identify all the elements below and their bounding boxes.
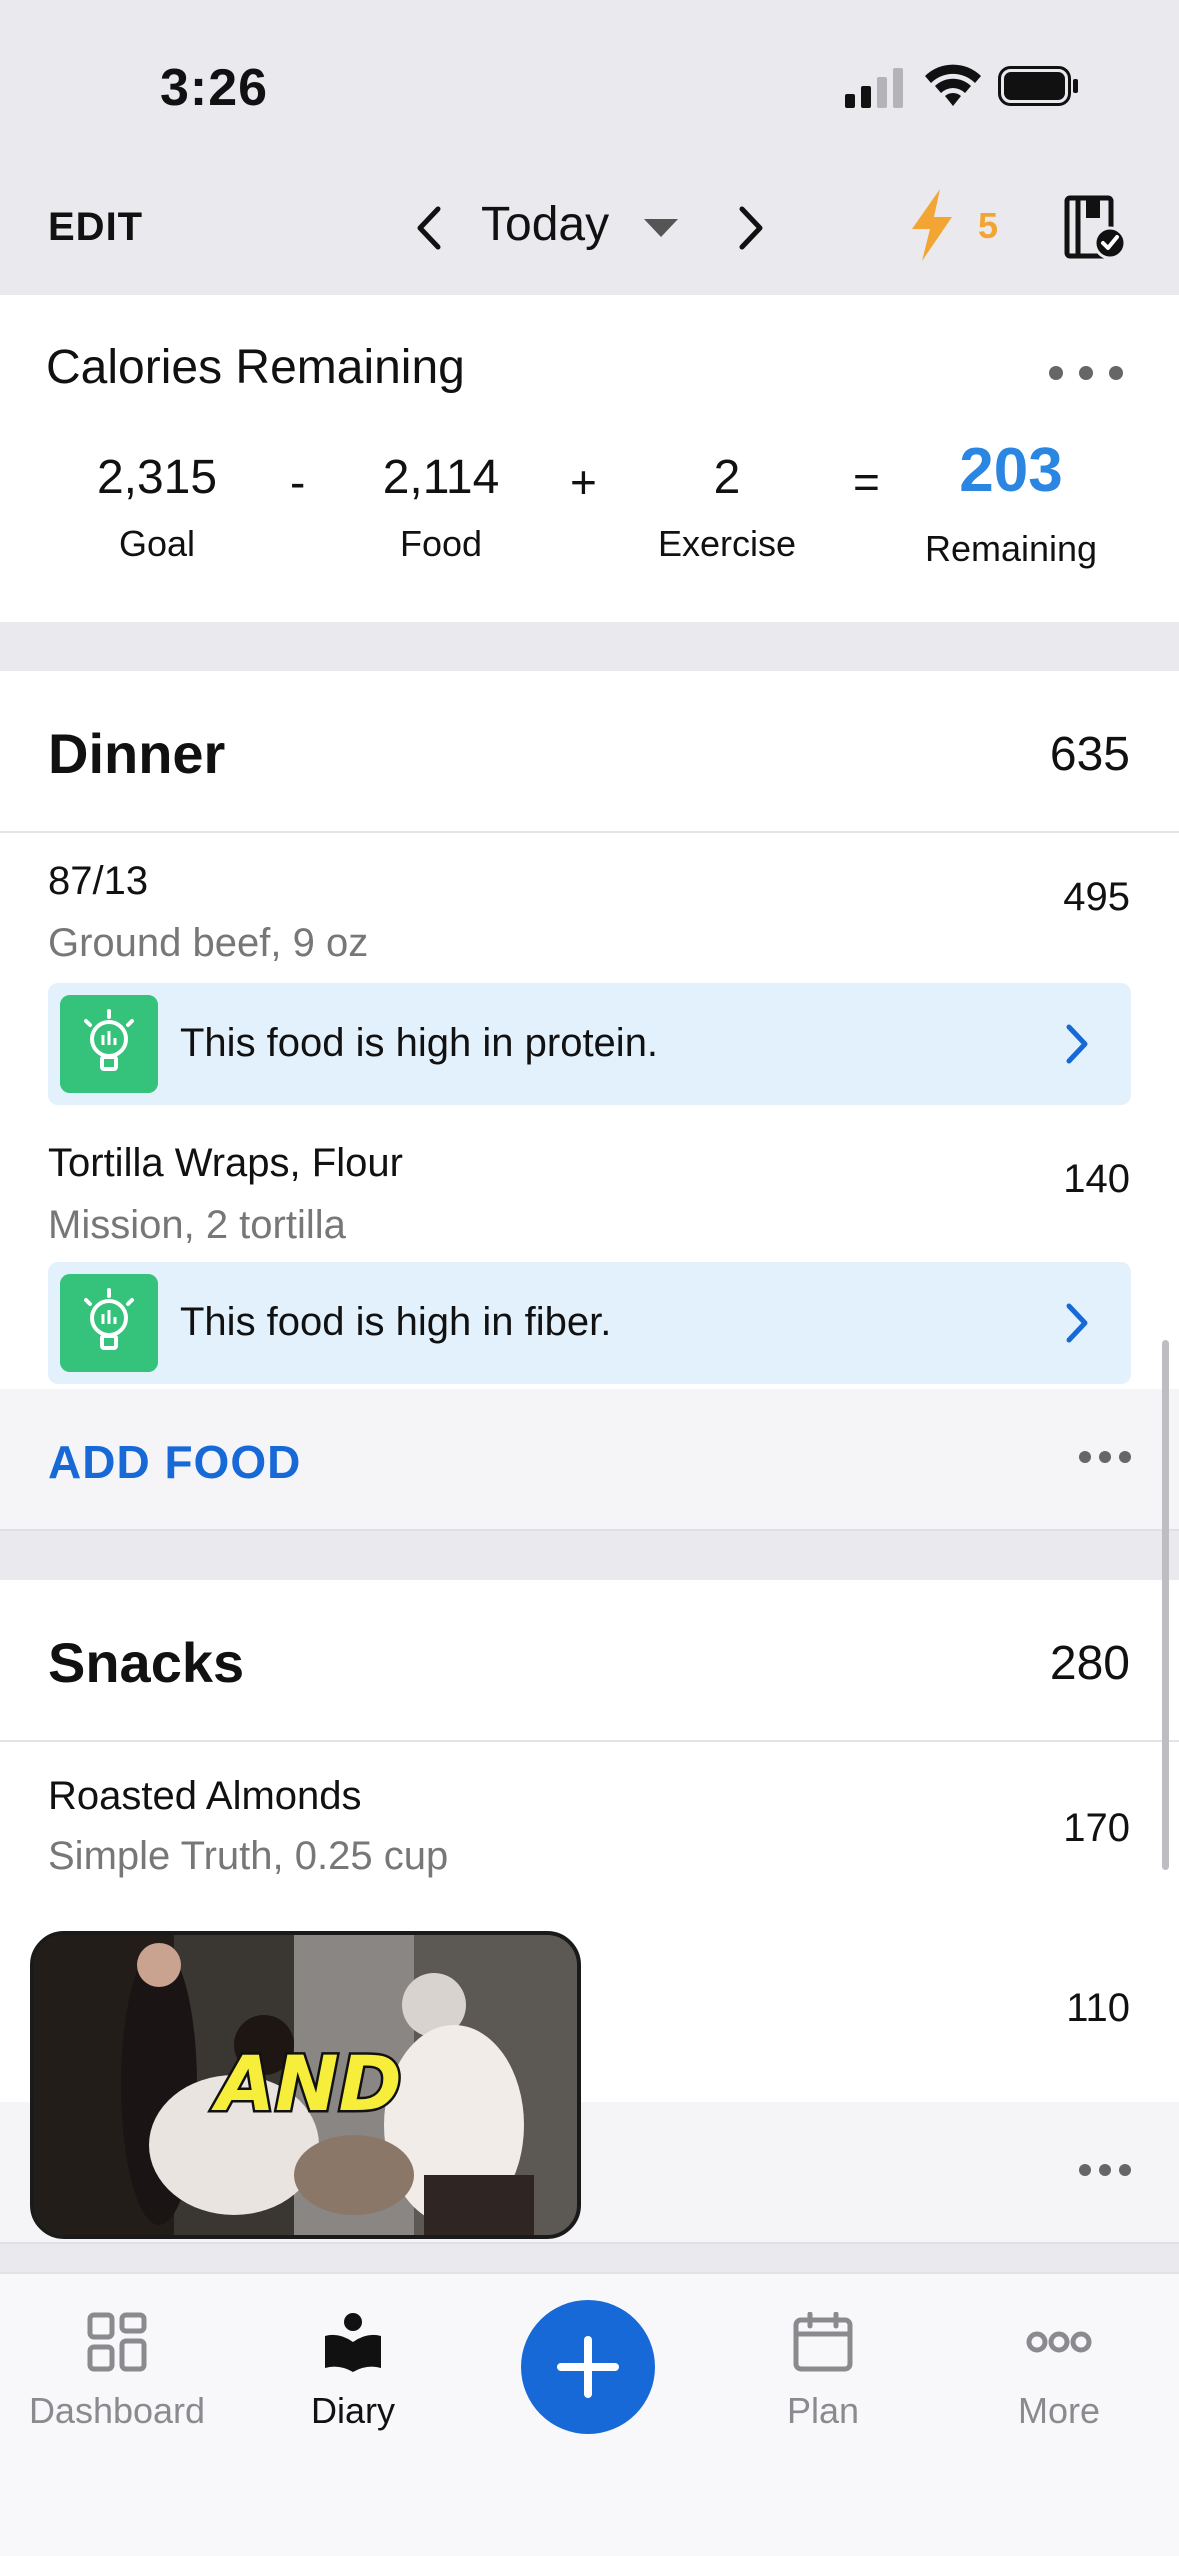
next-day-chevron-icon[interactable]: [730, 203, 770, 253]
snacks-header[interactable]: Snacks 280: [0, 1580, 1179, 1742]
goal-column: 2,315 Goal: [47, 450, 267, 565]
tab-more[interactable]: More: [949, 2312, 1169, 2432]
food-calories: 140: [1063, 1157, 1130, 1201]
food-name: Roasted Almonds: [48, 1774, 362, 1818]
picture-in-picture-video[interactable]: AND: [30, 1931, 581, 2239]
food-name: Tortilla Wraps, Flour: [48, 1141, 403, 1185]
exercise-column: 2 Exercise: [617, 450, 837, 565]
diary-nav-bar: EDIT Today 5: [0, 175, 1179, 295]
more-icon: [1026, 2331, 1092, 2353]
food-calories: 170: [1063, 1806, 1130, 1850]
video-frame: AND: [34, 1935, 577, 2235]
dinner-add-food-row: ADD FOOD: [0, 1389, 1179, 1531]
insight-text: This food is high in fiber.: [180, 1300, 612, 1344]
food-column: 2,114 Food: [331, 450, 551, 565]
food-description: Ground beef, 9 oz: [48, 921, 369, 965]
dinner-section: Dinner 635 87/13 Ground beef, 9 oz 495 T…: [0, 671, 1179, 1390]
date-selector[interactable]: Today: [481, 197, 609, 252]
food-description: Mission, 2 tortilla: [48, 1203, 346, 1247]
food-entry[interactable]: Tortilla Wraps, Flour Mission, 2 tortill…: [0, 1113, 1179, 1390]
calendar-icon: [793, 2312, 853, 2372]
meal-name: Snacks: [48, 1631, 245, 1694]
tab-label: More: [1017, 2390, 1101, 2431]
tab-label: Plan: [786, 2390, 860, 2431]
quick-add-button[interactable]: [521, 2300, 655, 2434]
chevron-right-icon: [1066, 1024, 1088, 1064]
food-name: 87/13: [48, 859, 149, 903]
dinner-header[interactable]: Dinner 635: [0, 671, 1179, 833]
complete-diary-icon[interactable]: [1064, 195, 1126, 261]
tab-bar: Dashboard Diary Plan More: [0, 2272, 1179, 2556]
dashboard-icon: [87, 2312, 147, 2372]
video-caption: AND: [211, 2039, 402, 2128]
battery-icon: [998, 66, 1078, 106]
goal-label: Goal: [118, 523, 196, 564]
diary-icon: [325, 2313, 381, 2372]
meal-total: 280: [1049, 1637, 1130, 1690]
food-calories: 495: [1063, 875, 1130, 919]
wifi-icon: [925, 64, 981, 106]
food-calories: 110: [1066, 1986, 1130, 2030]
exercise-label: Exercise: [657, 523, 797, 564]
food-value: 2,114: [382, 451, 500, 504]
add-food-button[interactable]: ADD FOOD: [48, 1435, 301, 1489]
tab-plan[interactable]: Plan: [713, 2312, 933, 2432]
calories-remaining-card: Calories Remaining 2,315 Goal - 2,114 Fo…: [0, 295, 1179, 622]
remaining-label: Remaining: [924, 528, 1098, 569]
minus-operator: -: [290, 456, 306, 508]
tab-label: Dashboard: [28, 2390, 206, 2431]
plus-icon: [557, 2336, 619, 2398]
food-description: Simple Truth, 0.25 cup: [48, 1834, 449, 1878]
goal-value: 2,315: [96, 451, 218, 504]
calories-options-icon[interactable]: [1046, 363, 1126, 383]
exercise-value: 2: [713, 451, 741, 504]
meal-name: Dinner: [48, 722, 226, 785]
lightbulb-insight-icon: [60, 1274, 158, 1372]
tab-diary[interactable]: Diary: [243, 2312, 463, 2432]
status-bar: 3:26: [0, 0, 1179, 175]
food-label: Food: [399, 523, 483, 564]
streak-count[interactable]: 5: [978, 205, 998, 247]
chevron-right-icon: [1066, 1303, 1088, 1343]
meal-total: 635: [1049, 728, 1130, 781]
lightbulb-insight-icon: [60, 995, 158, 1093]
remaining-value: 203: [959, 436, 1063, 505]
dinner-more-icon[interactable]: [1077, 1449, 1133, 1465]
cellular-signal-icon: [845, 68, 903, 108]
scrollbar[interactable]: [1162, 1340, 1169, 1870]
snacks-more-icon[interactable]: [1077, 2162, 1133, 2178]
plus-operator: +: [570, 456, 597, 508]
equals-operator: =: [853, 456, 880, 508]
previous-day-chevron-icon[interactable]: [410, 203, 450, 253]
streak-bolt-icon[interactable]: [906, 189, 956, 261]
food-entry[interactable]: 87/13 Ground beef, 9 oz 495 This food is…: [0, 833, 1179, 1113]
food-insight-banner[interactable]: This food is high in fiber.: [48, 1262, 1131, 1384]
food-entry[interactable]: Roasted Almonds Simple Truth, 0.25 cup 1…: [0, 1742, 1179, 1922]
date-dropdown-icon[interactable]: [642, 217, 680, 239]
tab-label: Diary: [310, 2390, 395, 2431]
remaining-column: 203 Remaining: [901, 436, 1121, 570]
insight-text: This food is high in protein.: [180, 1021, 659, 1065]
calories-title: Calories Remaining: [46, 341, 465, 394]
tab-dashboard[interactable]: Dashboard: [7, 2312, 227, 2432]
food-insight-banner[interactable]: This food is high in protein.: [48, 983, 1131, 1105]
edit-button[interactable]: EDIT: [48, 205, 143, 250]
status-time: 3:26: [160, 59, 269, 117]
